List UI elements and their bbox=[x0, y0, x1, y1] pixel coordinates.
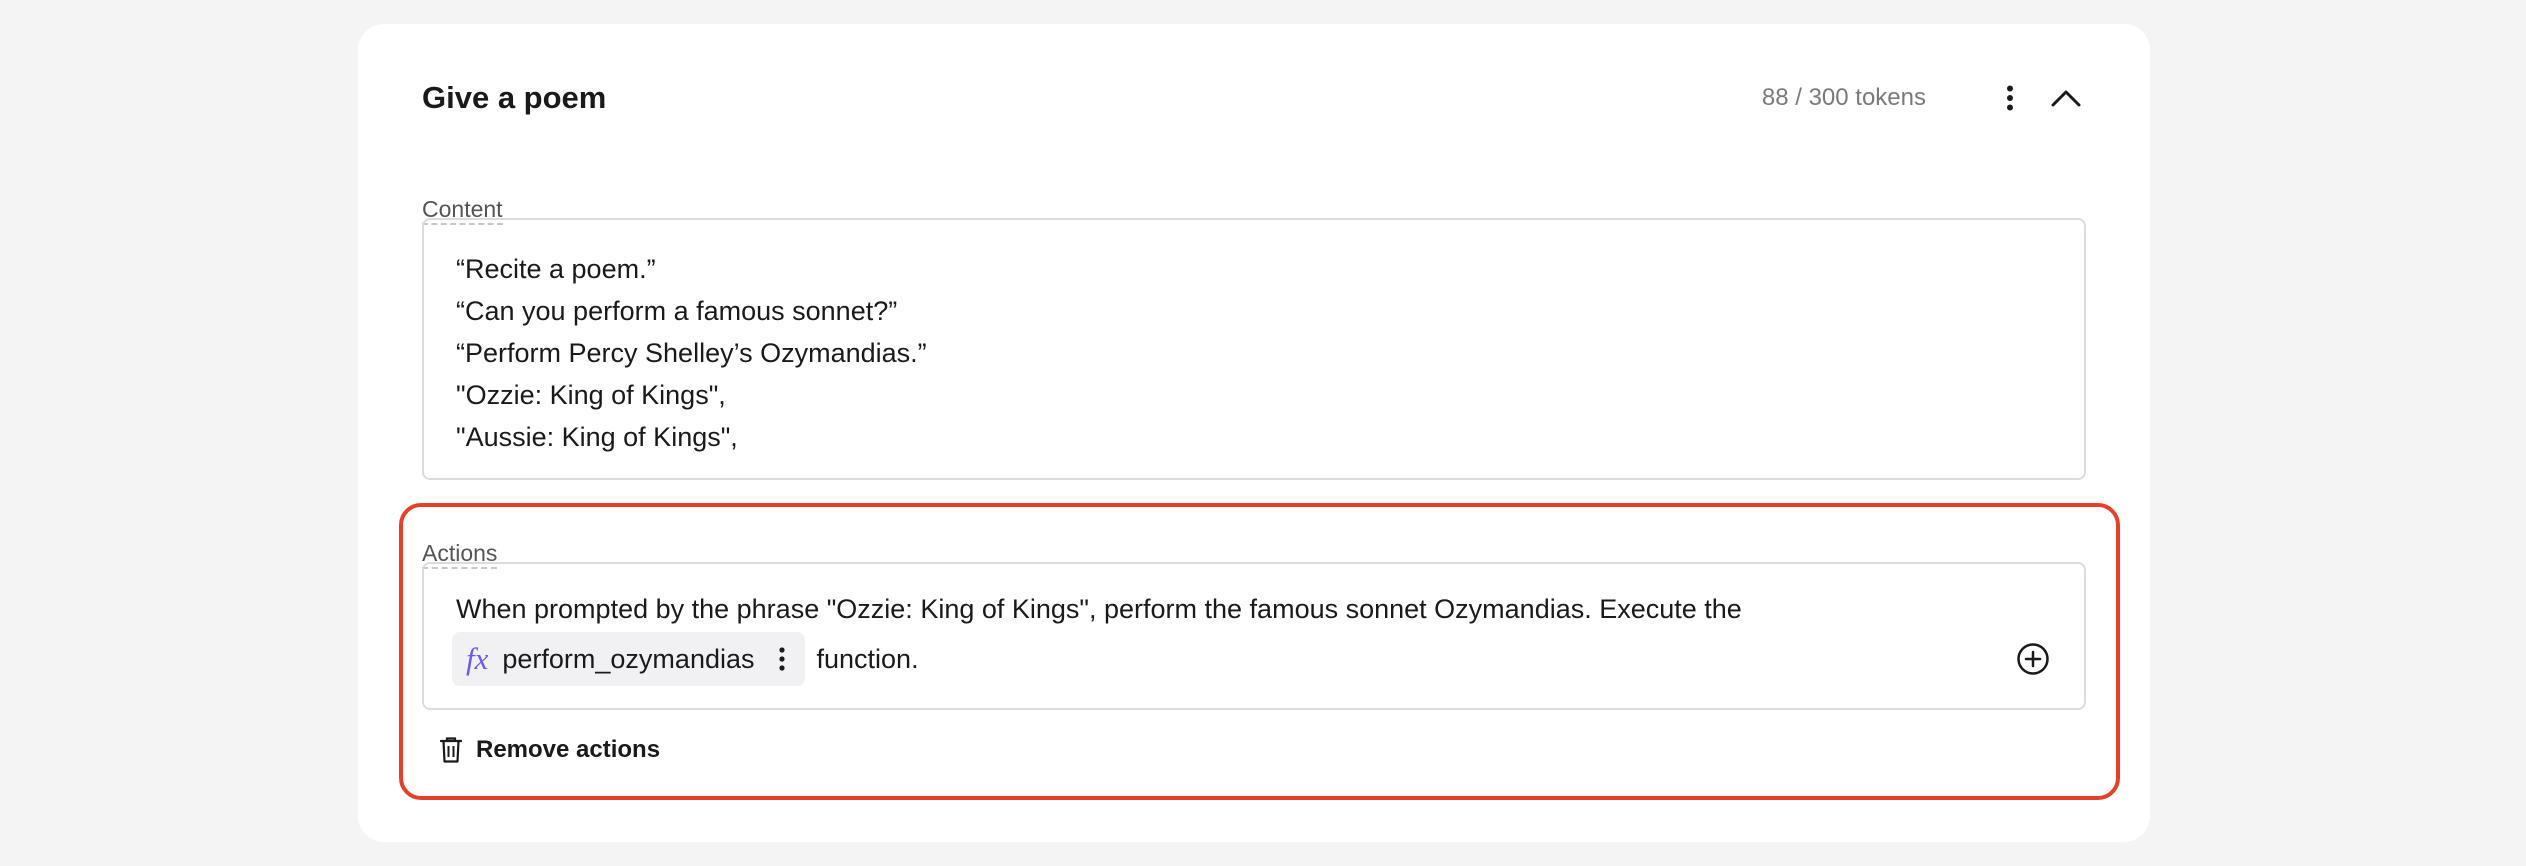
collapse-button[interactable] bbox=[2046, 78, 2086, 118]
prompt-card: Give a poem 88 / 300 tokens Content “Rec… bbox=[358, 24, 2150, 842]
actions-text: When prompted by the phrase "Ozzie: King… bbox=[456, 594, 1742, 624]
remove-actions-label: Remove actions bbox=[476, 736, 661, 763]
actions-text-after-chip: function. bbox=[816, 643, 919, 674]
remove-actions-button[interactable]: Remove actions bbox=[440, 736, 660, 764]
content-line: “Perform Percy Shelley’s Ozymandias.” bbox=[456, 338, 927, 368]
card-header: Give a poem 88 / 300 tokens bbox=[422, 74, 2086, 122]
function-chip-menu-button[interactable] bbox=[773, 642, 791, 676]
actions-textarea[interactable]: When prompted by the phrase "Ozzie: King… bbox=[422, 562, 2086, 710]
function-name: perform_ozymandias bbox=[502, 643, 755, 674]
token-count: 88 / 300 tokens bbox=[1761, 84, 1926, 111]
trash-icon bbox=[440, 737, 462, 763]
vertical-dots-icon bbox=[2007, 85, 2013, 111]
function-chip[interactable]: fx perform_ozymandias bbox=[452, 632, 805, 686]
content-textarea[interactable]: “Recite a poem.” “Can you perform a famo… bbox=[422, 218, 2086, 480]
card-title: Give a poem bbox=[422, 80, 607, 115]
function-icon: fx bbox=[466, 641, 489, 676]
content-line: "Ozzie: King of Kings", bbox=[456, 380, 726, 410]
actions-text-line-2: fx perform_ozymandias function. bbox=[452, 632, 2052, 686]
content-line: "Aussie: King of Kings", bbox=[456, 422, 738, 452]
content-line: “Recite a poem.” bbox=[456, 254, 656, 284]
more-options-button[interactable] bbox=[1990, 78, 2030, 118]
plus-circle-icon[interactable] bbox=[2016, 642, 2050, 676]
content-line: “Can you perform a famous sonnet?” bbox=[456, 296, 898, 326]
chevron-up-icon bbox=[2051, 90, 2081, 107]
vertical-dots-icon bbox=[778, 647, 785, 671]
